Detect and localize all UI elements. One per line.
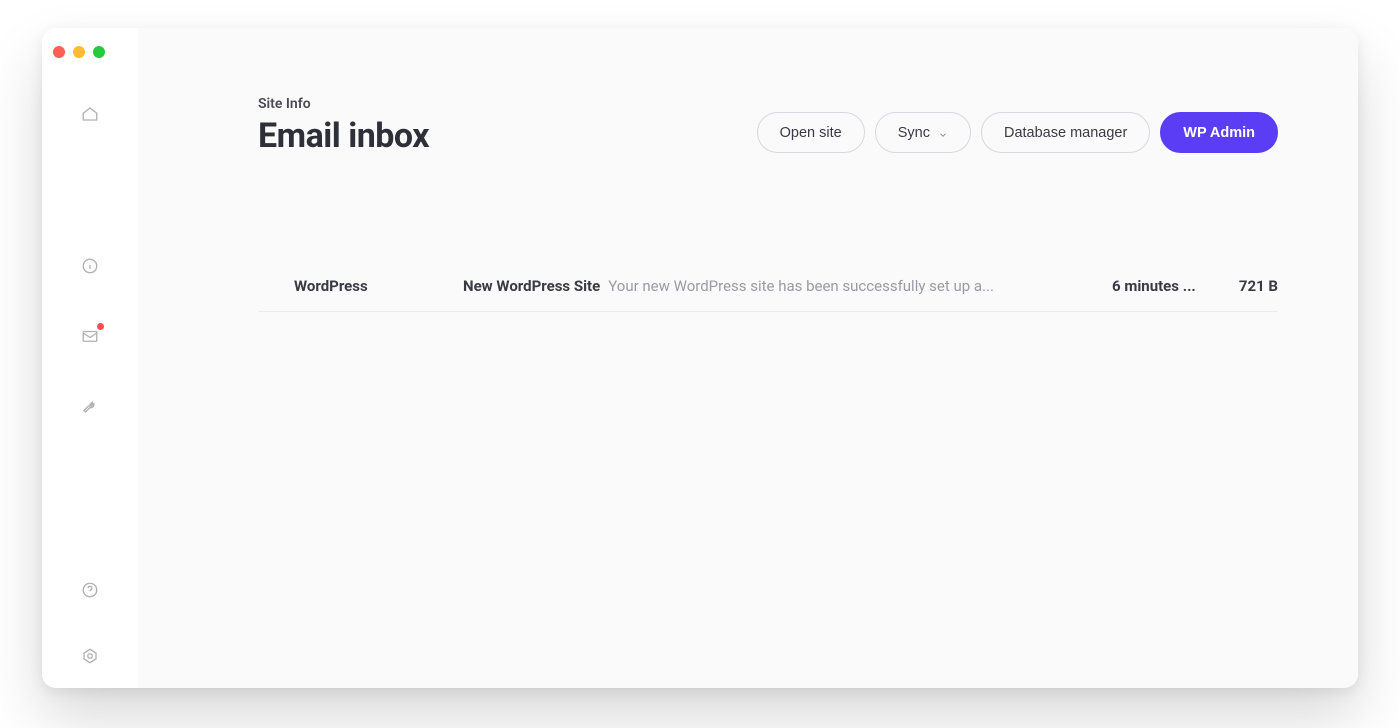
sidebar-top-group bbox=[80, 104, 100, 416]
home-icon[interactable] bbox=[80, 104, 100, 124]
wp-admin-button[interactable]: WP Admin bbox=[1160, 112, 1278, 153]
chevron-down-icon bbox=[938, 128, 948, 138]
header: Site Info Email inbox Open site Sync Dat… bbox=[258, 96, 1278, 156]
header-actions: Open site Sync Database manager WP Admin bbox=[757, 112, 1278, 153]
maximize-window-button[interactable] bbox=[93, 46, 105, 58]
email-list: WordPress New WordPress Site Your new Wo… bbox=[258, 261, 1278, 312]
tools-icon[interactable] bbox=[80, 396, 100, 416]
close-window-button[interactable] bbox=[53, 46, 65, 58]
email-size: 721 B bbox=[1218, 277, 1278, 295]
settings-icon[interactable] bbox=[80, 646, 100, 666]
open-site-button[interactable]: Open site bbox=[757, 112, 865, 153]
email-from: WordPress bbox=[258, 277, 463, 295]
open-site-label: Open site bbox=[780, 125, 842, 141]
email-snippet: Your new WordPress site has been success… bbox=[608, 277, 1112, 295]
info-icon[interactable] bbox=[80, 256, 100, 276]
main-content: Site Info Email inbox Open site Sync Dat… bbox=[138, 28, 1358, 688]
wp-admin-label: WP Admin bbox=[1183, 125, 1255, 141]
database-manager-label: Database manager bbox=[1004, 125, 1127, 141]
page-overline: Site Info bbox=[258, 96, 429, 112]
mail-icon[interactable] bbox=[80, 326, 100, 346]
minimize-window-button[interactable] bbox=[73, 46, 85, 58]
page-title: Email inbox bbox=[258, 116, 429, 156]
sidebar-bottom-group bbox=[80, 580, 100, 666]
sync-button[interactable]: Sync bbox=[875, 112, 971, 153]
window-controls bbox=[53, 46, 105, 58]
database-manager-button[interactable]: Database manager bbox=[981, 112, 1150, 153]
email-time: 6 minutes ... bbox=[1112, 277, 1212, 295]
email-subject: New WordPress Site bbox=[463, 277, 600, 295]
sync-label: Sync bbox=[898, 125, 930, 141]
app-window: Site Info Email inbox Open site Sync Dat… bbox=[42, 28, 1358, 688]
notification-dot bbox=[97, 323, 104, 330]
title-block: Site Info Email inbox bbox=[258, 96, 429, 156]
sidebar bbox=[42, 28, 138, 688]
email-row[interactable]: WordPress New WordPress Site Your new Wo… bbox=[258, 261, 1278, 312]
help-icon[interactable] bbox=[80, 580, 100, 600]
